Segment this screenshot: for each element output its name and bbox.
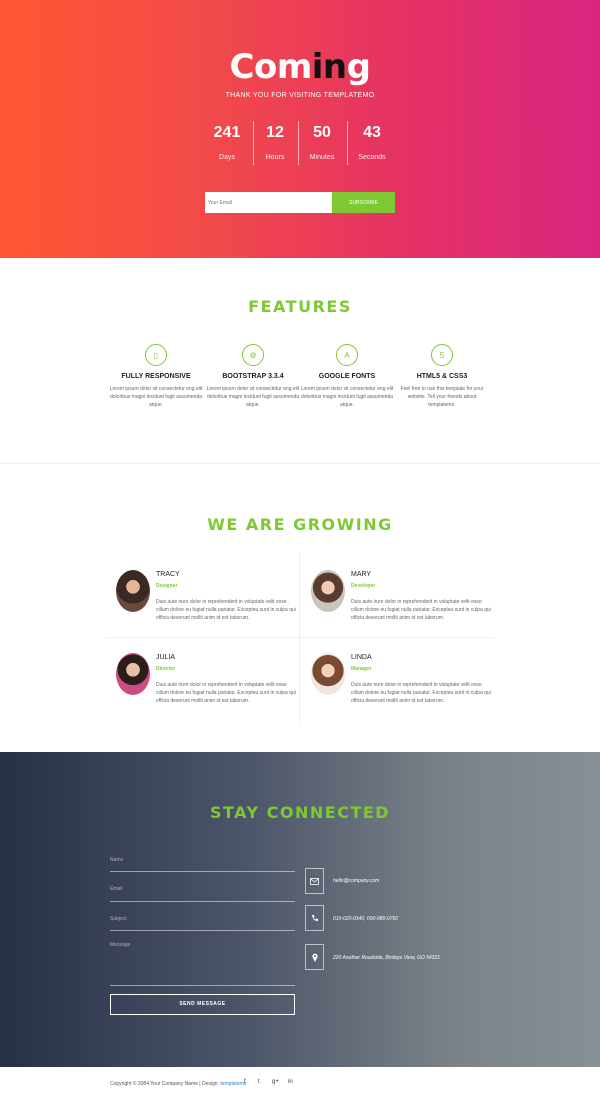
member-bio: Duis aute irure dolor in reprehenderit i…: [351, 682, 491, 704]
team-title: WE ARE GROWING: [207, 515, 393, 534]
hero-section: Coming THANK YOU FOR VISITING TEMPLATEMO…: [0, 0, 600, 258]
name-field[interactable]: Name: [110, 857, 295, 872]
feature-text: Lorem ipsum dolor sit consectetur eng el…: [206, 386, 300, 408]
member-name: TRACY: [156, 571, 180, 578]
map-marker-icon: [305, 944, 324, 970]
design-link[interactable]: templatemo: [220, 1081, 246, 1087]
subscribe-button[interactable]: SUBSCRIBE: [332, 192, 395, 213]
feature-text: Feel free to use this template for your …: [400, 386, 484, 408]
envelope-icon: [305, 868, 324, 894]
team-divider: [106, 637, 494, 638]
hero-title: Coming: [229, 47, 371, 87]
cogs-icon: ⚙: [242, 344, 264, 366]
member-role: Designer: [156, 583, 178, 589]
contact-title: STAY CONNECTED: [209, 803, 391, 822]
send-message-button[interactable]: SEND MESSAGE: [110, 994, 295, 1015]
contact-section: STAY CONNECTED: [0, 752, 600, 1067]
feature-title: BOOTSTRAP 3.3.4: [222, 373, 284, 380]
google-plus-icon[interactable]: g+: [272, 1079, 279, 1085]
twitter-icon[interactable]: t: [258, 1079, 260, 1085]
copyright-text: Copyright © 2084 Your Company Name | Des…: [110, 1081, 247, 1087]
feature-item: ▯ FULLY RESPONSIVE Lorem ipsum dolor sit…: [108, 344, 204, 409]
hero-subtitle: THANK YOU FOR VISITING TEMPLATEMO: [225, 92, 375, 99]
features-title: FEATURES: [248, 297, 352, 316]
feature-item: ⚙ BOOTSTRAP 3.3.4 Lorem ipsum dolor sit …: [205, 344, 301, 409]
email-field[interactable]: Email: [110, 886, 295, 902]
member-name: MARY: [351, 571, 372, 578]
feature-item: A GOOGLE FONTS Lorem ipsum dolor sit con…: [299, 344, 395, 409]
message-field[interactable]: Message: [110, 942, 295, 986]
member-bio: Duis aute irure dolor in reprehenderit i…: [351, 599, 491, 621]
team-section: WE ARE GROWING: [0, 464, 600, 752]
linkedin-icon[interactable]: in: [288, 1079, 293, 1085]
html5-icon: 5: [431, 344, 453, 366]
member-role: Manager: [351, 666, 372, 672]
countdown-seconds: 43 Seconds: [358, 124, 386, 161]
contact-email[interactable]: hello@company.com: [333, 878, 379, 884]
member-bio: Duis aute irure dolor in reprehenderit i…: [156, 599, 296, 621]
member-name: LINDA: [351, 654, 372, 661]
feature-title: FULLY RESPONSIVE: [121, 373, 191, 380]
avatar: [311, 570, 345, 612]
contact-phone: 010-020-0340, 090-080-0760: [333, 916, 399, 922]
feature-item: 5 HTML5 & CSS3 Feel free to use this tem…: [394, 344, 490, 409]
avatar: [116, 570, 150, 612]
contact-address: 220 Another Roadside, Birdeye View, GO 5…: [333, 955, 441, 961]
feature-title: HTML5 & CSS3: [416, 373, 468, 380]
feature-text: Lorem ipsum dolor sit consectetur eng el…: [300, 386, 394, 408]
email-input[interactable]: [205, 192, 332, 213]
feature-text: Lorem ipsum dolor sit consectetur eng el…: [109, 386, 203, 408]
footer: Copyright © 2084 Your Company Name | Des…: [0, 1067, 600, 1100]
font-icon: A: [336, 344, 358, 366]
phone-icon: [305, 905, 324, 931]
subscribe-form: SUBSCRIBE: [205, 192, 395, 213]
facebook-icon[interactable]: f: [244, 1079, 246, 1085]
feature-title: GOOGLE FONTS: [318, 373, 376, 380]
subject-field[interactable]: Subject: [110, 916, 295, 931]
member-bio: Duis aute irure dolor in reprehenderit i…: [156, 682, 296, 704]
mobile-icon: ▯: [145, 344, 167, 366]
member-name: JULIA: [156, 654, 176, 661]
member-role: Developer: [351, 583, 376, 589]
avatar: [116, 653, 150, 695]
features-section: FEATURES ▯ FULLY RESPONSIVE Lorem ipsum …: [0, 258, 600, 464]
member-role: Director: [156, 666, 176, 672]
avatar: [311, 653, 345, 695]
